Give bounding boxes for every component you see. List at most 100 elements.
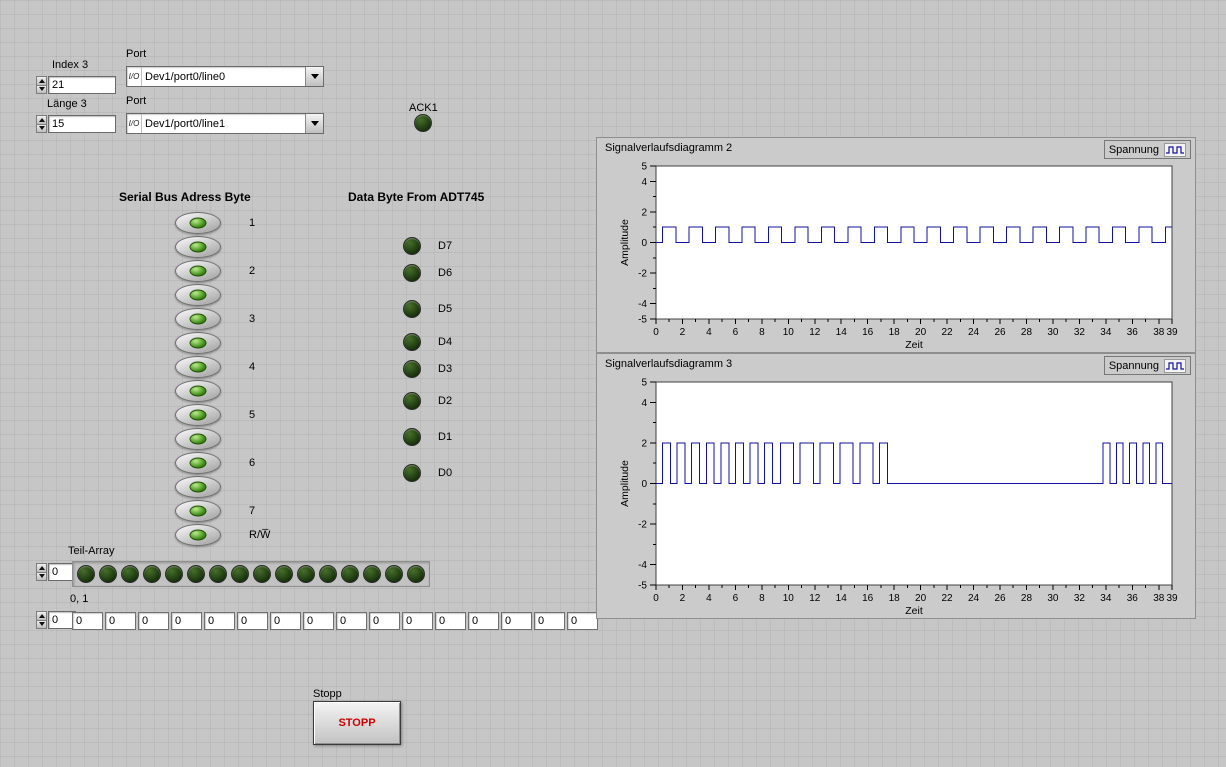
index3-control: 21 [36,76,116,94]
bit-value-cell[interactable]: 0 [303,612,334,630]
serial-bus-column: 1 2 3 4 5 6 7 R/W̅ [175,212,305,549]
green-indicator-icon [189,241,207,253]
bit-value-cell[interactable]: 0 [237,612,268,630]
stop-label: Stopp [313,688,342,700]
serial-bit-button[interactable] [175,452,221,474]
svg-text:20: 20 [915,593,927,604]
green-indicator-icon [189,457,207,469]
serial-bit-button[interactable] [175,284,221,306]
index3-spinner [36,76,47,94]
teil-array-led [297,565,315,583]
stop-button[interactable]: STOPP [313,701,401,745]
data-byte-label: D6 [438,266,453,279]
teil-array-led [99,565,117,583]
data-byte-led [403,359,421,378]
serial-bit-button[interactable] [175,260,221,282]
data-byte-label: D4 [438,335,453,348]
port1-label: Port [126,95,147,107]
bit-value-cell[interactable]: 0 [501,612,532,630]
bit-value-cell[interactable]: 0 [435,612,466,630]
serial-bit-row: R/W̅ [175,524,271,546]
chart-legend[interactable]: Spannung [1103,140,1191,159]
svg-text:18: 18 [889,327,901,338]
svg-text:10: 10 [783,327,795,338]
bit-value-cell[interactable]: 0 [402,612,433,630]
serial-bit-button[interactable] [175,308,221,330]
serial-bit-row [175,284,221,306]
svg-text:2: 2 [680,593,686,604]
svg-text:Amplitude: Amplitude [619,219,631,266]
svg-text:-4: -4 [638,299,647,310]
increment-button[interactable] [36,611,47,620]
serial-bit-button[interactable] [175,524,221,546]
port0-value[interactable]: Dev1/port0/line0 [142,67,305,86]
bit-value-cell[interactable]: 0 [270,612,301,630]
port1-value[interactable]: Dev1/port0/line1 [142,114,305,133]
svg-text:14: 14 [836,593,848,604]
serial-row-label: 7 [249,505,256,517]
serial-bit-button[interactable] [175,332,221,354]
bit-value-cell[interactable]: 0 [171,612,202,630]
serial-bit-row: 2 [175,260,255,282]
green-indicator-icon [189,337,207,349]
decrement-button[interactable] [36,571,47,581]
svg-text:38: 38 [1153,327,1165,338]
serial-bit-button[interactable] [175,500,221,522]
serial-bit-button[interactable] [175,476,221,498]
decrement-button[interactable] [36,619,47,629]
chart-legend[interactable]: Spannung [1103,356,1191,375]
serial-bit-row [175,476,221,498]
bit-value-cell[interactable]: 0 [138,612,169,630]
decrement-button[interactable] [36,84,47,94]
port1-dropdown-button[interactable] [305,114,323,133]
bit-value-cell[interactable]: 0 [534,612,565,630]
serial-bit-button[interactable] [175,236,221,258]
svg-text:2: 2 [680,327,686,338]
teil-array-led [187,565,205,583]
svg-text:Zeit: Zeit [905,605,923,617]
serial-bit-button[interactable] [175,428,221,450]
teil-array-index-control: 0 [36,563,76,581]
svg-text:32: 32 [1074,593,1086,604]
green-indicator-icon [189,529,207,541]
increment-button[interactable] [36,76,47,85]
bit-value-cell[interactable]: 0 [204,612,235,630]
green-indicator-icon [189,481,207,493]
bit-array-index-control: 0 [36,611,76,629]
svg-text:20: 20 [915,327,927,338]
port0-dropdown-button[interactable] [305,67,323,86]
data-byte-label: D2 [438,394,453,407]
serial-row-label: R/W̅ [249,529,271,541]
index3-label: Index 3 [52,59,89,71]
bit-value-cell[interactable]: 0 [567,612,598,630]
serial-bit-row: 6 [175,452,255,474]
data-byte-led [403,236,421,255]
port1-combo[interactable]: I/O Dev1/port0/line1 [126,113,324,134]
increment-button[interactable] [36,563,47,572]
bit-value-cell[interactable]: 0 [336,612,367,630]
serial-bit-button[interactable] [175,404,221,426]
bit-array-spinner [36,611,47,629]
svg-text:16: 16 [862,593,874,604]
svg-text:2: 2 [641,207,647,218]
data-byte-led [403,263,421,282]
bit-value-cell[interactable]: 0 [369,612,400,630]
svg-text:22: 22 [942,593,954,604]
serial-bit-button[interactable] [175,380,221,402]
bit-array-row: 0000000000000000 [72,612,600,630]
increment-button[interactable] [36,115,47,124]
bit-value-cell[interactable]: 0 [468,612,499,630]
index3-field[interactable]: 21 [48,76,116,94]
serial-bit-button[interactable] [175,356,221,378]
serial-bit-button[interactable] [175,212,221,234]
ack1-led [414,114,432,132]
bit-value-cell[interactable]: 0 [105,612,136,630]
bit-value-cell[interactable]: 0 [72,612,103,630]
decrement-button[interactable] [36,123,47,133]
svg-text:39: 39 [1166,327,1178,338]
serial-bit-row [175,236,221,258]
port0-combo[interactable]: I/O Dev1/port0/line0 [126,66,324,87]
laenge3-field[interactable]: 15 [48,115,116,133]
bit-array-label: 0, 1 [70,593,89,605]
svg-text:12: 12 [809,593,821,604]
